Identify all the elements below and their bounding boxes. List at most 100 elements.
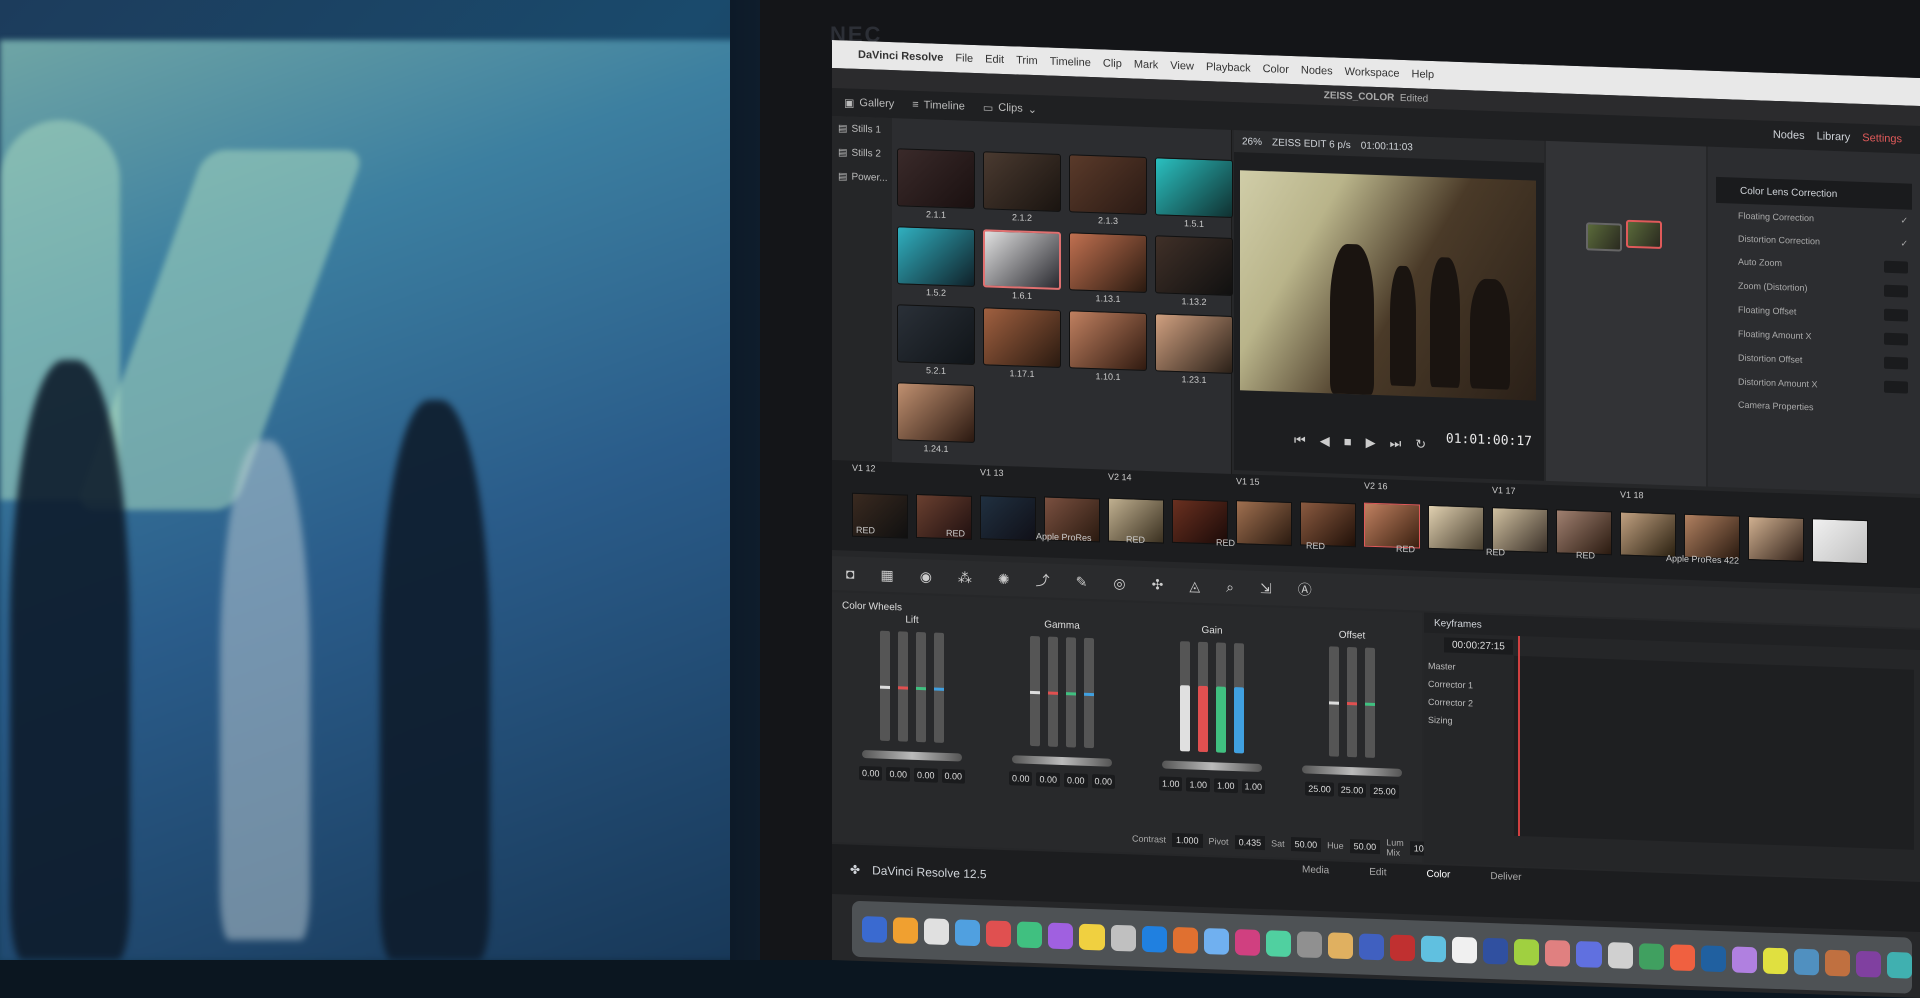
tracker-icon[interactable]: ✣ bbox=[1152, 576, 1164, 593]
dock-app-icon[interactable] bbox=[1234, 929, 1260, 956]
dock-app-icon[interactable] bbox=[1793, 948, 1819, 976]
tab-gallery[interactable]: ▣ Gallery bbox=[844, 96, 894, 111]
timeline-clip[interactable] bbox=[1748, 515, 1804, 562]
gallery-still[interactable]: 1.13.1 bbox=[1068, 232, 1148, 305]
gallery-still[interactable]: 1.10.1 bbox=[1068, 310, 1148, 383]
color-wheel-gamma[interactable]: Gamma 0.00 0.00 0.00 0.00 bbox=[1002, 618, 1122, 789]
channel-bar[interactable] bbox=[1365, 647, 1375, 758]
camera-raw-icon[interactable]: ◘ bbox=[846, 565, 854, 581]
dock-app-icon[interactable] bbox=[1856, 950, 1882, 978]
channel-bar[interactable] bbox=[1234, 643, 1244, 754]
channel-bar[interactable] bbox=[916, 631, 926, 743]
skip-forward-icon[interactable]: ⏭ bbox=[1390, 435, 1402, 451]
channel-bar[interactable] bbox=[934, 632, 944, 743]
timeline-clip[interactable] bbox=[1620, 511, 1676, 558]
dock-app-icon[interactable] bbox=[1265, 930, 1291, 958]
wheel-value[interactable]: 1.00 bbox=[1214, 778, 1238, 794]
dock-app-icon[interactable] bbox=[1017, 921, 1043, 949]
menu-app-name[interactable]: DaVinci Resolve bbox=[858, 49, 943, 64]
channel-bar[interactable] bbox=[898, 631, 908, 742]
color-match-icon[interactable]: ▦ bbox=[880, 566, 893, 583]
dock-app-icon[interactable] bbox=[1483, 937, 1509, 965]
pivot-value[interactable]: 0.435 bbox=[1234, 835, 1266, 851]
timeline-clip[interactable] bbox=[1364, 502, 1420, 549]
tab-settings[interactable]: Settings bbox=[1862, 132, 1902, 145]
menu-workspace[interactable]: Workspace bbox=[1345, 66, 1400, 80]
menu-color[interactable]: Color bbox=[1263, 63, 1289, 76]
dock-app-icon[interactable] bbox=[1203, 927, 1229, 955]
dock-app-icon[interactable] bbox=[1887, 951, 1913, 979]
page-edit[interactable]: Edit bbox=[1369, 867, 1386, 879]
channel-bar[interactable] bbox=[1216, 642, 1226, 753]
playhead[interactable] bbox=[1518, 635, 1520, 837]
tab-clips[interactable]: ▭ Clips ⌄ bbox=[983, 101, 1037, 116]
channel-bar[interactable] bbox=[1180, 641, 1190, 752]
dock-app-icon[interactable] bbox=[1110, 924, 1136, 952]
menu-clip[interactable]: Clip bbox=[1103, 57, 1122, 70]
page-media[interactable]: Media bbox=[1302, 864, 1329, 876]
menu-timeline[interactable]: Timeline bbox=[1050, 56, 1091, 69]
timeline-clip[interactable] bbox=[1236, 500, 1292, 547]
keyframes-track[interactable] bbox=[1514, 655, 1914, 850]
keyframe-row-master[interactable]: Master bbox=[1428, 661, 1456, 672]
value-field[interactable] bbox=[1884, 332, 1908, 346]
sat-value[interactable]: 50.00 bbox=[1290, 837, 1322, 853]
contrast-value[interactable]: 1.000 bbox=[1172, 832, 1203, 848]
value-field[interactable] bbox=[1884, 308, 1908, 322]
page-color[interactable]: Color bbox=[1426, 869, 1450, 881]
gallery-still[interactable]: 2.1.1 bbox=[896, 148, 976, 221]
dock-app-icon[interactable] bbox=[1421, 935, 1447, 963]
dock-app-icon[interactable] bbox=[1607, 942, 1633, 969]
wheel-value[interactable]: 0.00 bbox=[941, 768, 966, 784]
timeline-clip[interactable] bbox=[1812, 518, 1868, 565]
dock-app-icon[interactable] bbox=[893, 917, 919, 945]
wheel-value[interactable]: 0.00 bbox=[858, 765, 883, 781]
dock-app-icon[interactable] bbox=[1762, 947, 1788, 975]
gallery-still[interactable]: 1.5.2 bbox=[896, 226, 976, 299]
wheel-value[interactable]: 25.00 bbox=[1337, 782, 1367, 798]
timeline-clip[interactable] bbox=[1492, 507, 1548, 554]
dock-app-icon[interactable] bbox=[1048, 922, 1074, 950]
loop-icon[interactable]: ↻ bbox=[1415, 436, 1426, 452]
menu-trim[interactable]: Trim bbox=[1016, 54, 1038, 67]
menu-mark[interactable]: Mark bbox=[1134, 59, 1158, 72]
dock-app-icon[interactable] bbox=[1514, 938, 1540, 966]
dock-app-icon[interactable] bbox=[1545, 939, 1571, 967]
dock-app-icon[interactable] bbox=[1700, 945, 1726, 973]
checkbox[interactable]: ✓ bbox=[1900, 215, 1908, 226]
checkbox[interactable]: ✓ bbox=[1900, 238, 1908, 249]
skip-back-icon[interactable]: ⏮ bbox=[1294, 432, 1306, 448]
wheel-value[interactable]: 0.00 bbox=[1091, 774, 1116, 789]
timeline-clip[interactable] bbox=[1428, 504, 1484, 551]
gallery-still[interactable]: 1.13.2 bbox=[1154, 235, 1234, 308]
curves-icon[interactable]: ⤴ bbox=[1036, 570, 1050, 590]
channel-bar[interactable] bbox=[1066, 637, 1076, 748]
value-field[interactable] bbox=[1884, 260, 1908, 274]
channel-bar[interactable] bbox=[1084, 637, 1094, 749]
value-field[interactable] bbox=[1884, 356, 1908, 370]
dock-app-icon[interactable] bbox=[1638, 943, 1664, 971]
dock-app-icon[interactable] bbox=[1141, 925, 1167, 953]
gallery-still[interactable]: 1.23.1 bbox=[1154, 313, 1234, 386]
zoom-level[interactable]: 26% bbox=[1242, 136, 1262, 148]
wheel-value[interactable]: 0.00 bbox=[886, 766, 910, 782]
album-stills-2[interactable]: ▤ Stills 2 bbox=[832, 140, 892, 166]
wheel-value[interactable]: 0.00 bbox=[1008, 771, 1033, 787]
wheel-value[interactable]: 0.00 bbox=[1036, 772, 1060, 787]
hue-value[interactable]: 50.00 bbox=[1349, 839, 1381, 855]
gallery-still[interactable]: 2.1.2 bbox=[982, 151, 1062, 224]
gallery-still[interactable]: 1.17.1 bbox=[982, 307, 1062, 380]
channel-bar[interactable] bbox=[1048, 636, 1058, 747]
rgb-mixer-icon[interactable]: ⁂ bbox=[958, 569, 972, 586]
motion-effects-icon[interactable]: ✺ bbox=[998, 570, 1010, 587]
dock-app-icon[interactable] bbox=[1327, 932, 1353, 960]
menu-file[interactable]: File bbox=[955, 52, 973, 65]
viewer-frame[interactable] bbox=[1240, 170, 1536, 401]
gallery-still[interactable]: 1.6.1 bbox=[982, 229, 1062, 302]
channel-bar[interactable] bbox=[1030, 635, 1040, 747]
gallery-still[interactable]: 2.1.3 bbox=[1068, 154, 1148, 227]
dock-app-icon[interactable] bbox=[1576, 940, 1602, 968]
sizing-icon[interactable]: ⇲ bbox=[1260, 579, 1272, 596]
tab-timeline[interactable]: ≡ Timeline bbox=[912, 99, 965, 113]
wheel-value[interactable]: 25.00 bbox=[1370, 783, 1399, 799]
